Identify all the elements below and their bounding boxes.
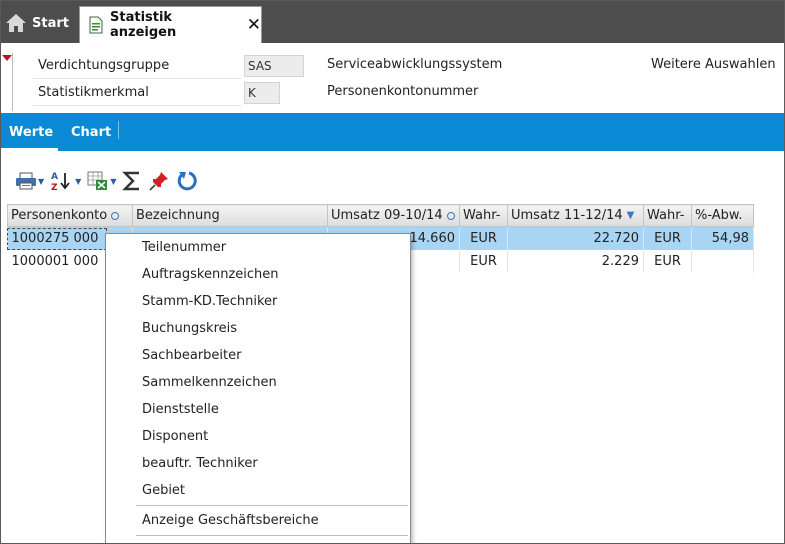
- menu-item-gebiet[interactable]: Gebiet: [106, 477, 410, 504]
- field-label: Statistikmerkmal: [33, 80, 241, 106]
- sort-az-icon: A Z: [50, 170, 74, 192]
- cell-waehrung-1[interactable]: EUR: [459, 226, 508, 250]
- tab-statistik-anzeigen[interactable]: Statistik anzeigen ✕: [79, 6, 262, 43]
- pin-icon: [148, 170, 170, 192]
- column-header-umsatz-11-12[interactable]: Umsatz 11-12/14 ▼: [507, 204, 644, 227]
- cell-umsatz-11-12[interactable]: 2.229: [507, 249, 644, 273]
- cell-abweichung[interactable]: 54,98: [691, 226, 754, 250]
- home-icon: [5, 13, 27, 33]
- header-row-statistikmerkmal: Statistikmerkmal K: [33, 80, 280, 106]
- column-header-umsatz-09-10[interactable]: Umsatz 09-10/14: [327, 204, 460, 227]
- collapse-marker-icon[interactable]: [2, 55, 12, 61]
- menu-separator: [136, 535, 408, 536]
- print-icon: [15, 171, 37, 191]
- field-label: Verdichtungsgruppe: [33, 53, 241, 79]
- tab-bar: Start Statistik anzeigen ✕: [1, 1, 784, 43]
- cell-umsatz-11-12[interactable]: 22.720: [507, 226, 644, 250]
- menu-item-buchungskreis[interactable]: Buchungskreis: [106, 315, 410, 342]
- tab-separator: [118, 121, 119, 139]
- column-header-bezeichnung[interactable]: Bezeichnung: [132, 204, 328, 227]
- chevron-down-icon: ▼: [75, 176, 82, 186]
- grid-toolbar: ▼ A Z ▼ ▼: [15, 167, 206, 195]
- cell-abweichung[interactable]: [691, 249, 754, 273]
- statistikmerkmal-value: K: [244, 82, 280, 104]
- menu-item-beauftr-techniker[interactable]: beauftr. Techniker: [106, 450, 410, 477]
- document-icon: [88, 16, 104, 34]
- menu-item-sachbearbeiter[interactable]: Sachbearbeiter: [106, 342, 410, 369]
- menu-item-auftragskennzeichen[interactable]: Auftragskennzeichen: [106, 261, 410, 288]
- column-header-waehrung-2[interactable]: Wahr-: [643, 204, 692, 227]
- refresh-button[interactable]: [176, 169, 200, 193]
- column-header-abweichung[interactable]: %-Abw.: [691, 204, 754, 227]
- menu-item-disponent[interactable]: Disponent: [106, 423, 410, 450]
- cell-waehrung-2[interactable]: EUR: [643, 249, 692, 273]
- chevron-down-icon: ▼: [110, 176, 117, 186]
- tab-active-label: Statistik anzeigen: [110, 10, 177, 40]
- sum-button[interactable]: [122, 170, 142, 192]
- print-button[interactable]: ▼: [15, 171, 44, 191]
- context-menu: Teilenummer Auftragskennzeichen Stamm-KD…: [105, 233, 411, 543]
- sum-icon: [122, 170, 142, 192]
- menu-item-dienststelle[interactable]: Dienststelle: [106, 396, 410, 423]
- verdichtungsgruppe-value: SAS: [244, 55, 304, 77]
- menu-item-teilenummer[interactable]: Teilenummer: [106, 234, 410, 261]
- excel-export-icon: [87, 170, 109, 192]
- sort-descending-icon[interactable]: ▼: [627, 210, 635, 221]
- header-row-verdichtungsgruppe: Verdichtungsgruppe SAS: [33, 53, 304, 79]
- menu-separator: [136, 505, 408, 506]
- tab-chart[interactable]: Chart: [71, 113, 111, 151]
- tab-start[interactable]: Start: [5, 7, 75, 39]
- svg-text:A: A: [51, 172, 58, 182]
- cell-waehrung-2[interactable]: EUR: [643, 226, 692, 250]
- column-options-icon[interactable]: [111, 211, 120, 220]
- excel-export-button[interactable]: ▼: [87, 170, 116, 192]
- verdichtungsgruppe-description: Serviceabwicklungssystem: [327, 57, 503, 72]
- menu-item-stamm-kd-techniker[interactable]: Stamm-KD.Techniker: [106, 288, 410, 315]
- menu-item-sammelkennzeichen[interactable]: Sammelkennzeichen: [106, 369, 410, 396]
- view-tabs: Werte Chart: [1, 113, 784, 151]
- cell-waehrung-1[interactable]: EUR: [459, 249, 508, 273]
- sort-button[interactable]: A Z ▼: [50, 170, 81, 192]
- statistikmerkmal-description: Personenkontonummer: [327, 84, 479, 99]
- selection-header: Verdichtungsgruppe SAS Serviceabwicklung…: [1, 43, 784, 113]
- app-window: Start Statistik anzeigen ✕ Verdichtungsg…: [0, 0, 785, 544]
- close-icon[interactable]: ✕: [247, 16, 261, 34]
- svg-text:Z: Z: [51, 183, 58, 192]
- column-header-personenkonto[interactable]: Personenkonto: [7, 204, 133, 227]
- chevron-down-icon: ▼: [38, 176, 45, 186]
- table-header-row: Personenkonto Bezeichnung Umsatz 09-10/1…: [7, 204, 754, 227]
- tab-werte[interactable]: Werte: [1, 113, 58, 151]
- refresh-icon: [176, 169, 200, 193]
- column-header-waehrung-1[interactable]: Wahr-: [459, 204, 508, 227]
- weitere-auswahlen-link[interactable]: Weitere Auswahlen: [651, 57, 776, 72]
- menu-item-anzeige-geschaeftsbereiche[interactable]: Anzeige Geschäftsbereiche: [106, 507, 410, 534]
- column-options-icon[interactable]: [446, 211, 455, 220]
- pin-button[interactable]: [148, 170, 170, 192]
- tab-start-label: Start: [32, 15, 69, 31]
- header-divider: [12, 53, 13, 111]
